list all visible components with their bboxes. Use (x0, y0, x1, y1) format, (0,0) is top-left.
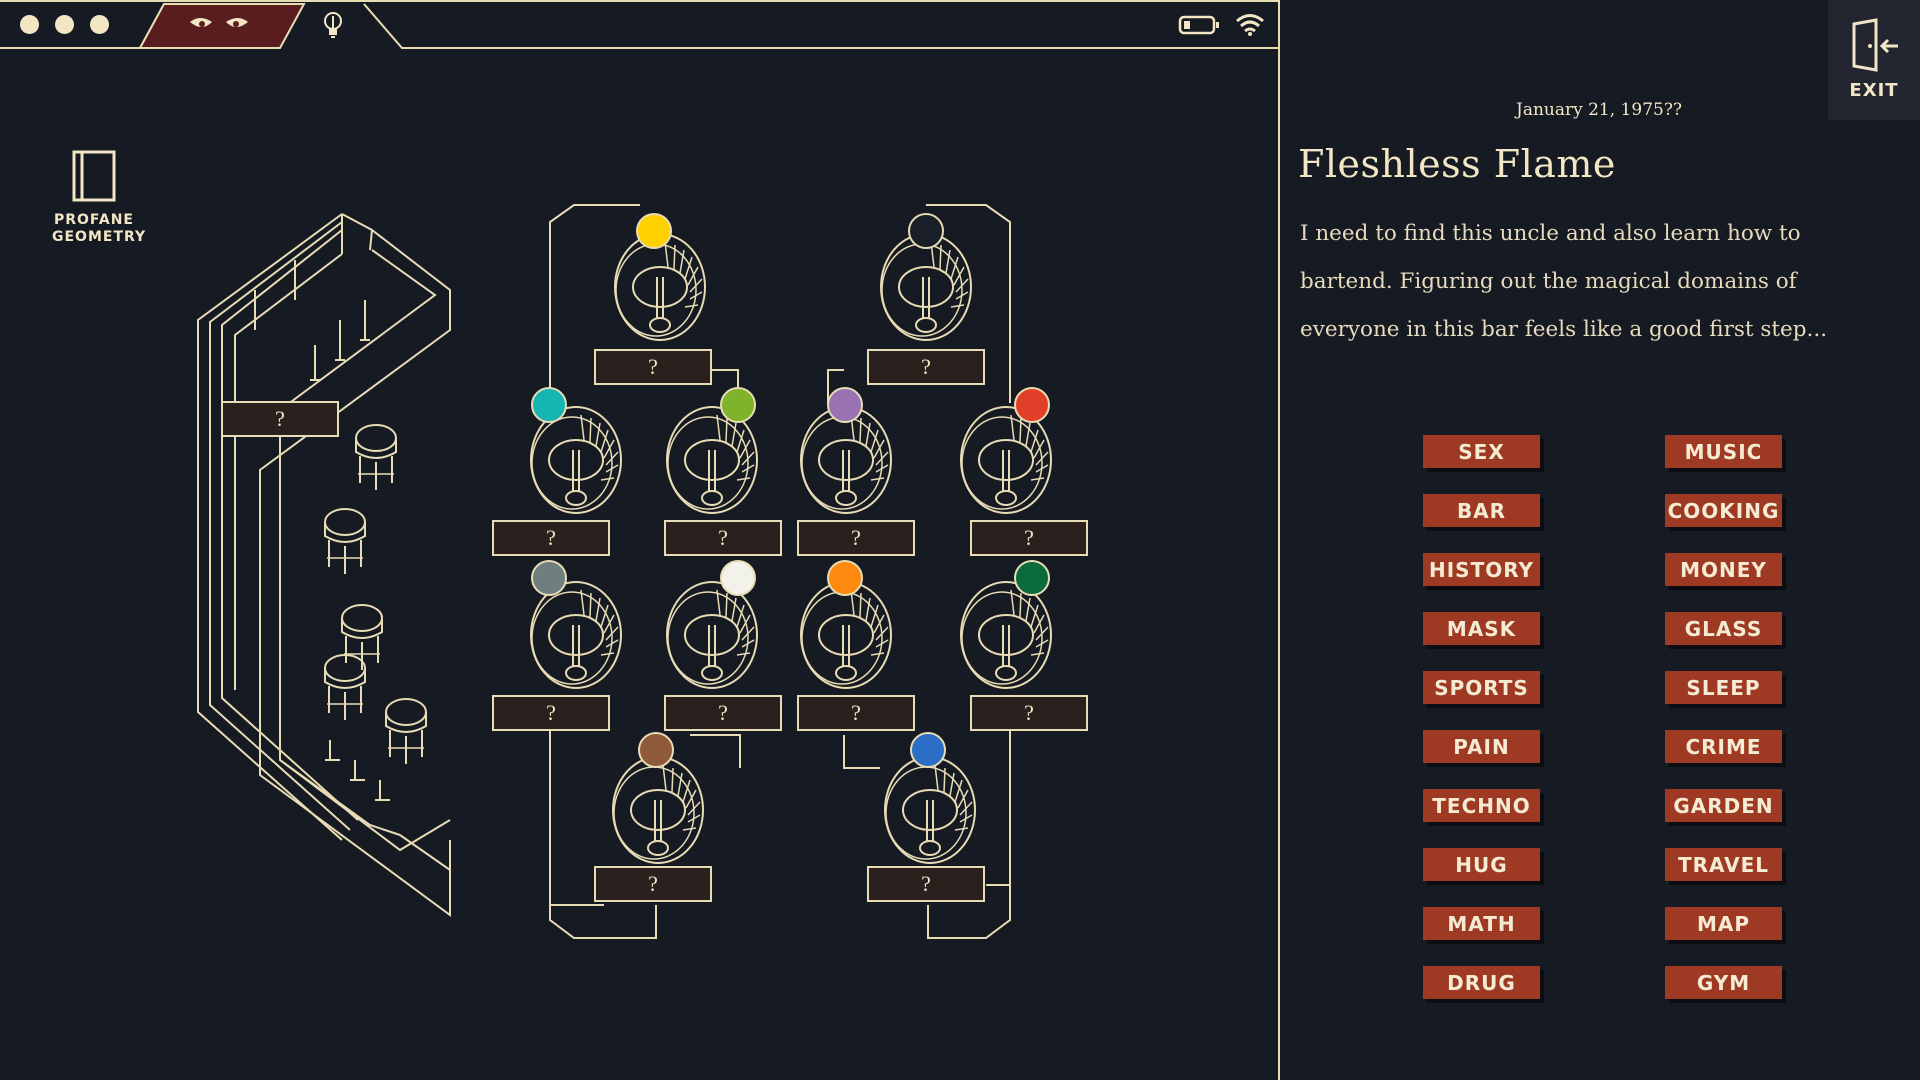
window-dots (20, 15, 109, 34)
domain-orb[interactable] (636, 213, 672, 249)
staircase-slot[interactable]: ? (594, 349, 712, 385)
domain-orb[interactable] (1014, 560, 1050, 596)
quest-title: Fleshless Flame (1298, 142, 1616, 186)
tag-history[interactable]: HISTORY (1423, 553, 1540, 586)
staircase-slot[interactable]: ? (867, 349, 985, 385)
domain-orb[interactable] (910, 732, 946, 768)
book-label: PROFANE GEOMETRY (52, 212, 147, 246)
tag-gym[interactable]: GYM (1665, 966, 1782, 999)
staircase-slot[interactable]: ? (867, 866, 985, 902)
domain-orb[interactable] (720, 387, 756, 423)
domain-tag-grid: SEX MUSIC BAR COOKING HISTORY MONEY MASK… (1423, 435, 1782, 999)
domain-orb[interactable] (720, 560, 756, 596)
tag-sleep[interactable]: SLEEP (1665, 671, 1782, 704)
game-board: PROFANE GEOMETRY ? ? ? ? ? ? ? ? ? ? ? ?… (0, 50, 1278, 1080)
staircase-slot[interactable]: ? (970, 695, 1088, 731)
date-label: January 21, 1975?? (1516, 100, 1683, 120)
tag-cooking[interactable]: COOKING (1665, 494, 1782, 527)
tag-sports[interactable]: SPORTS (1423, 671, 1540, 704)
tag-sex[interactable]: SEX (1423, 435, 1540, 468)
dot-icon[interactable] (20, 15, 39, 34)
domain-orb[interactable] (531, 387, 567, 423)
staircase-slot[interactable]: ? (594, 866, 712, 902)
tag-music[interactable]: MUSIC (1665, 435, 1782, 468)
book-icon (72, 150, 116, 202)
tag-glass[interactable]: GLASS (1665, 612, 1782, 645)
tag-money[interactable]: MONEY (1665, 553, 1782, 586)
tag-crime[interactable]: CRIME (1665, 730, 1782, 763)
tag-drug[interactable]: DRUG (1423, 966, 1540, 999)
domain-orb[interactable] (827, 387, 863, 423)
tag-pain[interactable]: PAIN (1423, 730, 1540, 763)
quest-description: I need to find this uncle and also learn… (1300, 221, 1828, 342)
tag-math[interactable]: MATH (1423, 907, 1540, 940)
domain-orb[interactable] (531, 560, 567, 596)
tag-bar[interactable]: BAR (1423, 494, 1540, 527)
staircase-slot[interactable]: ? (492, 695, 610, 731)
door-exit-icon (1852, 18, 1898, 72)
staircase-slot[interactable]: ? (797, 695, 915, 731)
profane-geometry-book[interactable]: PROFANE GEOMETRY (52, 150, 147, 246)
tag-map[interactable]: MAP (1665, 907, 1782, 940)
staircase-slot[interactable]: ? (492, 520, 610, 556)
dot-icon[interactable] (90, 15, 109, 34)
book-label-line2: GEOMETRY (52, 229, 147, 245)
staircase-slot[interactable]: ? (797, 520, 915, 556)
domain-orb[interactable] (1014, 387, 1050, 423)
exit-label: EXIT (1849, 80, 1899, 101)
tag-hug[interactable]: HUG (1423, 848, 1540, 881)
domain-orb[interactable] (827, 560, 863, 596)
orb-group (531, 213, 1050, 768)
bar-slot[interactable]: ? (221, 401, 339, 437)
board-drawing (197, 204, 1052, 939)
dot-icon[interactable] (55, 15, 74, 34)
staircase-slot[interactable]: ? (664, 695, 782, 731)
panel-divider (1278, 0, 1280, 1080)
tag-travel[interactable]: TRAVEL (1665, 848, 1782, 881)
tag-mask[interactable]: MASK (1423, 612, 1540, 645)
bar-counter (197, 213, 451, 917)
tag-garden[interactable]: GARDEN (1665, 789, 1782, 822)
staircase-slot[interactable]: ? (970, 520, 1088, 556)
domain-orb[interactable] (638, 732, 674, 768)
tag-techno[interactable]: TECHNO (1423, 789, 1540, 822)
book-label-line1: PROFANE (53, 212, 134, 228)
domain-orb[interactable] (908, 213, 944, 249)
top-bar (0, 0, 1280, 50)
exit-button[interactable]: EXIT (1828, 0, 1920, 120)
staircase-slot[interactable]: ? (664, 520, 782, 556)
